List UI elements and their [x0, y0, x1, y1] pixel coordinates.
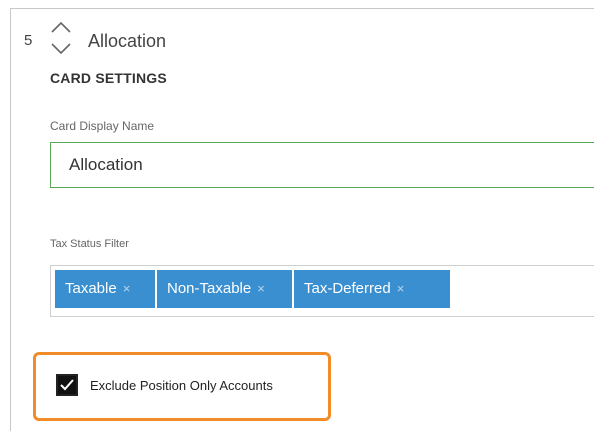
- tag-taxable[interactable]: Taxable ×: [55, 270, 155, 308]
- card-display-name-label: Card Display Name: [50, 119, 155, 133]
- remove-tag-icon[interactable]: ×: [257, 281, 265, 296]
- exclude-position-only-label[interactable]: Exclude Position Only Accounts: [90, 378, 273, 393]
- chevron-down-icon: [51, 43, 71, 55]
- section-heading-card-settings: CARD SETTINGS: [50, 70, 167, 86]
- tag-label: Non-Taxable: [167, 280, 252, 297]
- tax-status-filter-multiselect[interactable]: Taxable × Non-Taxable × Tax-Deferred ×: [50, 265, 594, 317]
- card-title: Allocation: [88, 31, 167, 51]
- checkmark-icon: [60, 379, 74, 391]
- card-order-number: 5: [24, 32, 33, 49]
- remove-tag-icon[interactable]: ×: [397, 281, 405, 296]
- chevron-up-icon: [51, 21, 71, 33]
- tag-label: Tax-Deferred: [304, 280, 391, 297]
- reorder-chevron-up-down-icon[interactable]: [48, 18, 74, 58]
- tag-non-taxable[interactable]: Non-Taxable ×: [157, 270, 292, 308]
- exclude-position-only-checkbox[interactable]: [56, 374, 78, 396]
- remove-tag-icon[interactable]: ×: [123, 281, 131, 296]
- tax-status-filter-label: Tax Status Filter: [50, 238, 129, 250]
- card-display-name-input[interactable]: [50, 142, 594, 188]
- tag-tax-deferred[interactable]: Tax-Deferred ×: [294, 270, 450, 308]
- tag-label: Taxable: [65, 280, 117, 297]
